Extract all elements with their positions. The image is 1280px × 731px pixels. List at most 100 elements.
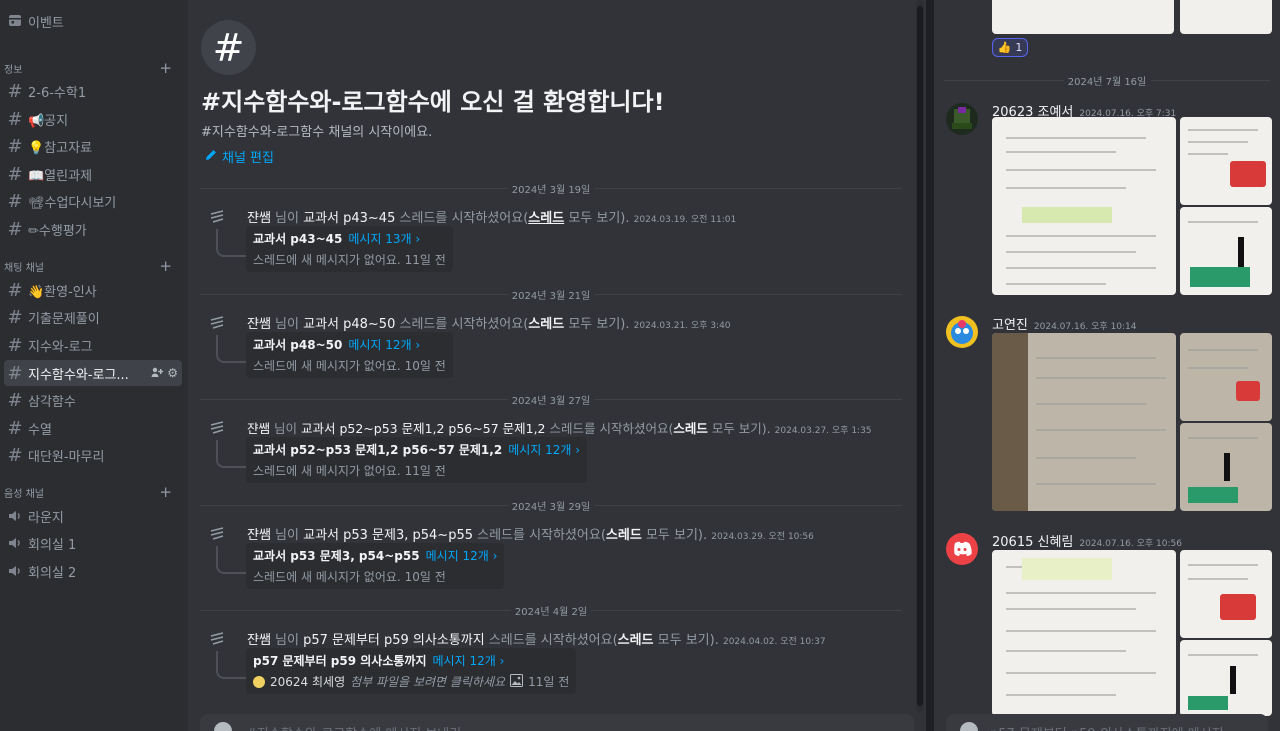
attachment-image[interactable]	[1180, 0, 1272, 34]
category-info[interactable]: 정보 +	[4, 59, 184, 77]
thread-icon	[208, 315, 226, 333]
attachment-image[interactable]	[1180, 207, 1272, 295]
all-threads-link[interactable]: 스레드	[618, 633, 654, 648]
thread-created-message: 쟌쌤 님이 p57 문제부터 p59 의사소통까지 스레드를 시작하셨어요(스레…	[208, 629, 908, 695]
attachment-image[interactable]	[1180, 333, 1272, 421]
thread-message-count[interactable]: 메시지 12개 ›	[348, 338, 420, 352]
sidebar-channel[interactable]: # ✏수행평가	[4, 216, 182, 242]
gear-icon[interactable]: ⚙	[167, 366, 178, 381]
thumbs-up-icon: 👍	[997, 41, 1012, 54]
channel-sidebar: 이벤트 정보 + #2-6-수학1 # 📢공지 # 💡참고자료 # 📖열린과제 # 📽수…	[0, 0, 188, 731]
sidebar-item-label: 이벤트	[28, 15, 64, 31]
add-channel-icon[interactable]: +	[159, 257, 172, 275]
sidebar-channel[interactable]: # 📖열린과제	[4, 161, 182, 187]
thread-card-time: 11일 전	[404, 253, 446, 267]
author-name[interactable]: 20615 신혜림	[992, 535, 1073, 550]
chat-message: 고연진 2024.07.16. 오후 10:14	[934, 316, 1280, 516]
add-channel-icon[interactable]: +	[159, 483, 172, 501]
author-name[interactable]: 쟌쌤	[247, 211, 271, 226]
hash-icon: #	[7, 362, 23, 384]
attachment-image[interactable]	[1180, 640, 1272, 716]
thread-name[interactable]: 교과서 p52~p53 문제1,2 p56~57 문제1,2	[301, 421, 546, 436]
avatar	[253, 675, 265, 688]
sidebar-channel[interactable]: # 수열	[4, 415, 182, 441]
thread-icon	[208, 631, 226, 649]
discord-avatar[interactable]	[946, 533, 978, 565]
date-label: 2024년 3월 27일	[507, 392, 595, 407]
category-chat[interactable]: 채팅 채널 +	[4, 257, 184, 275]
thread-card[interactable]: 교과서 p53 문제3, p54~p55 메시지 12개 › 스레드에 새 메시지…	[246, 543, 505, 589]
add-attachment-icon[interactable]	[214, 722, 232, 731]
avatar[interactable]	[946, 316, 978, 348]
thread-card-time: 11일 전	[404, 464, 446, 478]
scrollbar-thumb[interactable]	[917, 6, 923, 706]
attachment-image[interactable]	[1180, 423, 1272, 511]
date-label: 2024년 7월 16일	[1063, 73, 1151, 88]
timestamp: 2024.03.19. 오전 11:01	[633, 215, 737, 225]
edit-channel-button[interactable]: 채널 편집	[205, 147, 274, 166]
thread-message-composer[interactable]: p57 문제부터 p59 의사소통까지에 메시지	[946, 714, 1268, 731]
author-name[interactable]: 쟌쌤	[247, 633, 271, 648]
channel-name: 2-6-수학1	[28, 85, 87, 101]
timestamp: 2024.04.02. 오전 10:37	[722, 637, 826, 647]
speaker-icon	[4, 536, 26, 550]
sidebar-channel-active[interactable]: # 지수함수와-로그... ⚙	[4, 360, 182, 386]
sidebar-channel[interactable]: # 📽수업다시보기	[4, 188, 182, 214]
all-threads-link[interactable]: 스레드	[606, 528, 642, 543]
sidebar-voice-channel[interactable]: 회의실 2	[4, 558, 182, 584]
thread-card[interactable]: 교과서 p48~50 메시지 12개 › 스레드에 새 메시지가 없어요. 10일…	[246, 332, 453, 378]
thread-icon	[208, 209, 226, 227]
thread-message-count[interactable]: 메시지 12개 ›	[433, 654, 505, 668]
attachment-image[interactable]	[992, 550, 1176, 716]
thread-message-count[interactable]: 메시지 12개 ›	[426, 549, 498, 563]
thread-card[interactable]: 교과서 p52~p53 문제1,2 p56~57 문제1,2 메시지 12개 › …	[246, 437, 588, 483]
thread-card[interactable]: 교과서 p43~45 메시지 13개 › 스레드에 새 메시지가 없어요. 11일…	[246, 226, 453, 272]
attachment-image[interactable]	[992, 0, 1174, 34]
add-attachment-icon[interactable]	[960, 722, 978, 731]
thread-card[interactable]: p57 문제부터 p59 의사소통까지 메시지 12개 › 20624 최세영 첨…	[246, 648, 577, 694]
sidebar-channel[interactable]: # 📢공지	[4, 106, 182, 132]
thread-name[interactable]: 교과서 p53 문제3, p54~p55	[303, 528, 473, 543]
sidebar-channel[interactable]: # 👋환영-인사	[4, 277, 182, 303]
author-name[interactable]: 쟌쌤	[247, 528, 271, 543]
sidebar-channel[interactable]: # 기출문제풀이	[4, 304, 182, 330]
all-threads-link[interactable]: 스레드	[528, 317, 564, 332]
sidebar-channel[interactable]: # 지수와-로그	[4, 332, 182, 358]
attachment-image[interactable]	[992, 333, 1176, 511]
avatar[interactable]	[946, 103, 978, 135]
author-name[interactable]: 쟌쌤	[247, 317, 271, 332]
attachment-image[interactable]	[1180, 550, 1272, 638]
channel-name: 회의실 2	[28, 565, 77, 581]
all-threads-link[interactable]: 스레드	[673, 421, 708, 436]
author-name[interactable]: 고연진	[992, 318, 1028, 333]
thread-connector	[216, 546, 246, 574]
all-threads-link[interactable]: 스레드	[528, 211, 564, 226]
author-name[interactable]: 쟌쌤	[247, 421, 270, 436]
sidebar-voice-channel[interactable]: 회의실 1	[4, 530, 182, 556]
channel-name: 지수와-로그	[28, 339, 93, 355]
date-divider: 2024년 3월 19일	[200, 181, 902, 196]
sidebar-item-events[interactable]: 이벤트	[4, 8, 182, 34]
attachment-image[interactable]	[992, 117, 1176, 295]
thread-message-count[interactable]: 메시지 13개 ›	[348, 232, 420, 246]
category-voice[interactable]: 음성 채널 +	[4, 483, 184, 501]
reaction-button[interactable]: 👍 1	[992, 38, 1028, 57]
channel-name: 📽수업다시보기	[28, 195, 117, 211]
thread-name[interactable]: 교과서 p48~50	[303, 317, 395, 332]
channel-name: 수열	[28, 422, 52, 438]
sidebar-voice-channel[interactable]: 라운지	[4, 503, 182, 529]
sidebar-channel[interactable]: #2-6-수학1	[4, 78, 182, 104]
date-divider: 2024년 4월 2일	[200, 603, 902, 618]
sidebar-channel[interactable]: # 대단원-마무리	[4, 442, 182, 468]
invite-icon[interactable]	[151, 366, 164, 381]
sidebar-channel[interactable]: # 💡참고자료	[4, 133, 182, 159]
thread-card-title: 교과서 p53 문제3, p54~p55	[253, 549, 420, 563]
thread-name[interactable]: 교과서 p43~45	[303, 211, 395, 226]
sidebar-channel[interactable]: # 삼각함수	[4, 387, 182, 413]
message-composer[interactable]: #지수함수와-로그함수에 메시지 보내기	[200, 714, 914, 731]
thread-panel: 👍 1 2024년 7월 16일 20623 조예서 2024.07.16. 오후…	[934, 0, 1280, 731]
thread-name[interactable]: p57 문제부터 p59 의사소통까지	[303, 633, 485, 648]
attachment-image[interactable]	[1180, 117, 1272, 205]
add-channel-icon[interactable]: +	[159, 59, 172, 77]
thread-message-count[interactable]: 메시지 12개 ›	[508, 443, 580, 457]
